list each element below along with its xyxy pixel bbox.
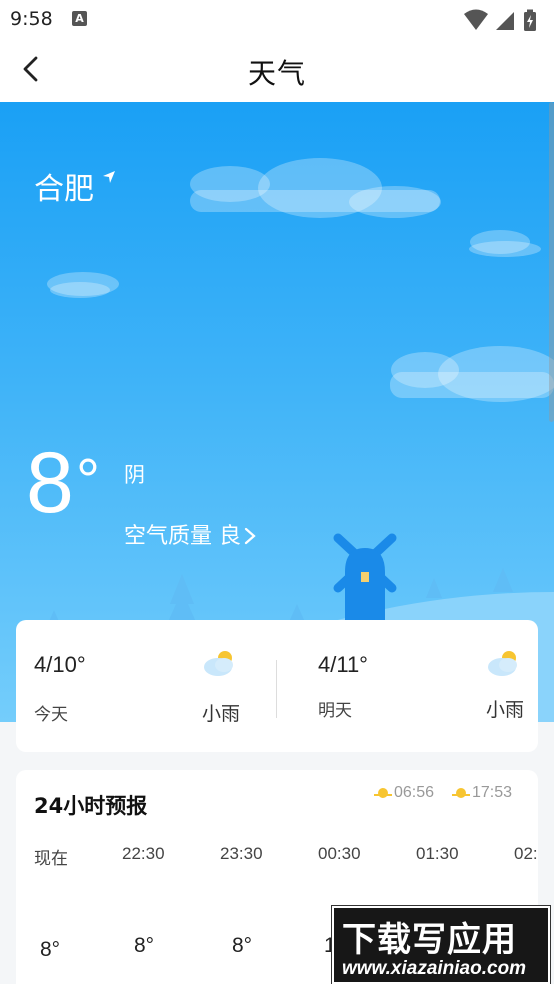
current-condition: 阴 xyxy=(124,463,145,487)
page-title: 天气 xyxy=(247,57,306,90)
cloud-icon xyxy=(47,272,119,298)
forecast-condition: 小雨 xyxy=(486,699,525,721)
cloud-icon xyxy=(190,158,441,218)
cloud-icon xyxy=(390,346,554,402)
daily-forecast-card: 4/10° 今天 小雨 4/11° 明天 小雨 xyxy=(16,620,538,752)
sunset-icon xyxy=(452,788,470,798)
status-icons xyxy=(464,9,536,31)
hour-time: 23:30 xyxy=(220,844,263,863)
cloud-icon xyxy=(469,230,541,257)
hour-temp: 8° xyxy=(40,938,61,961)
windmill-icon xyxy=(333,533,397,622)
app-bar: 天气 xyxy=(0,38,554,102)
hour-time: 22:30 xyxy=(122,844,165,863)
hourly-title: 24小时预报 xyxy=(34,794,148,818)
sunset-time: 17:53 xyxy=(472,784,513,801)
hour-time: 02:30 xyxy=(514,844,538,863)
degree-symbol: ° xyxy=(76,447,100,514)
partly-cloudy-icon xyxy=(488,651,517,676)
hour-time: 现在 xyxy=(34,849,68,868)
chevron-right-icon xyxy=(244,527,256,545)
wifi-icon xyxy=(464,9,488,30)
forecast-condition: 小雨 xyxy=(202,703,241,725)
battery-charging-icon xyxy=(524,9,536,31)
current-temperature: 8 xyxy=(26,435,74,531)
sunrise-info: 06:56 xyxy=(374,784,434,802)
air-quality-link[interactable]: 空气质量 良 xyxy=(124,518,257,550)
sunrise-time: 06:56 xyxy=(394,784,435,801)
watermark-url: www.xiazainiao.com xyxy=(342,958,527,979)
sunrise-icon xyxy=(374,788,392,798)
status-bar: 9:58 A xyxy=(0,0,554,38)
hour-time: 01:30 xyxy=(416,844,459,863)
location-arrow-icon xyxy=(103,171,115,183)
sunset-info: 17:53 xyxy=(452,784,512,802)
forecast-day-label: 今天 xyxy=(34,705,68,725)
status-time: 9:58 xyxy=(10,8,53,30)
watermark-logo: 下载写应用 www.xiazainiao.com xyxy=(332,906,550,984)
forecast-day-label: 明天 xyxy=(318,701,352,721)
hour-temp: 8° xyxy=(134,934,155,957)
watermark-text: 下载写应用 xyxy=(342,920,517,960)
scrollbar[interactable] xyxy=(549,102,554,422)
city-name[interactable]: 合肥 xyxy=(34,164,94,208)
forecast-temp-range: 4/10° xyxy=(34,652,86,677)
forecast-temp-range: 4/11° xyxy=(318,652,368,677)
partly-cloudy-icon xyxy=(204,651,233,676)
a-badge-icon: A xyxy=(72,11,87,26)
signal-icon xyxy=(496,12,514,30)
hour-temp: 8° xyxy=(232,934,253,957)
hour-time: 00:30 xyxy=(318,844,361,863)
air-quality-label: 空气质量 良 xyxy=(124,524,241,549)
divider xyxy=(276,660,277,718)
